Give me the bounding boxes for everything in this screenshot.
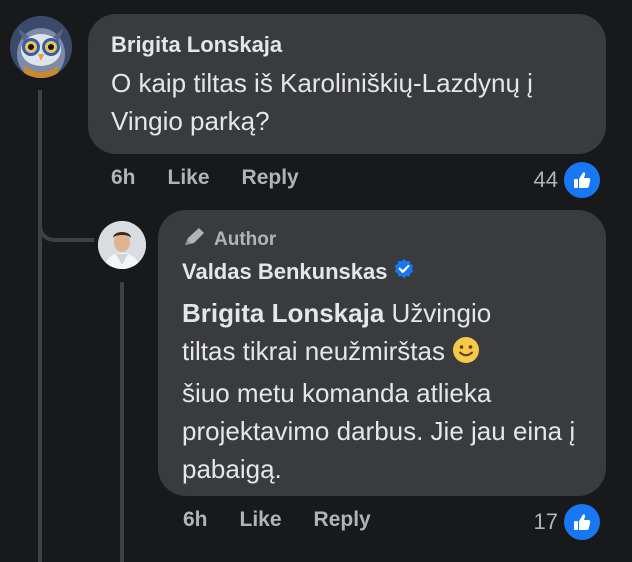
comment-thread: Brigita Lonskaja O kaip tiltas iš Karoli… <box>0 0 632 562</box>
comment-author[interactable]: Brigita Lonskaja <box>111 32 282 58</box>
reply-timestamp[interactable]: 6h <box>183 508 208 532</box>
like-button[interactable]: Like <box>168 166 210 190</box>
reaction-count: 44 <box>533 167 558 192</box>
reply-button[interactable]: Reply <box>242 166 299 190</box>
author-badge-label: Author <box>214 229 277 250</box>
reaction-summary[interactable]: 44 <box>534 160 602 200</box>
reply-text: Brigita Lonskaja Užvingio tiltas tikrai n… <box>182 294 592 488</box>
man-avatar[interactable] <box>98 221 146 269</box>
reply-reaction-summary[interactable]: 17 <box>534 502 602 542</box>
thumbs-up-icon <box>562 160 602 200</box>
reply-text-line2: tiltas tikrai neužmirštas <box>182 336 453 366</box>
reply-reply-button[interactable]: Reply <box>314 508 371 532</box>
reply-reaction-count: 17 <box>533 509 558 534</box>
comment-timestamp[interactable]: 6h <box>111 166 136 190</box>
reply-connector-line <box>38 212 94 242</box>
smiley-emoji-icon <box>452 336 480 374</box>
reply-text-rest: šiuo metu komanda atlieka projektavimo d… <box>182 378 576 484</box>
comment-text: O kaip tiltas iš Karoliniškių-Lazdynų į … <box>111 68 533 136</box>
reply-actions: 6h Like Reply <box>183 508 371 532</box>
reply-like-button[interactable]: Like <box>240 508 282 532</box>
pen-icon <box>182 226 208 254</box>
reply-thread-line <box>120 282 124 562</box>
comment-actions: 6h Like Reply <box>111 166 299 190</box>
verified-check-icon <box>393 258 415 286</box>
owl-avatar[interactable] <box>10 16 72 78</box>
reply-bubble: Author Valdas Benkunskas Brigita Lonskaj… <box>158 210 606 496</box>
thread-line <box>38 90 42 562</box>
mention-link[interactable]: Brigita Lonskaja <box>182 298 384 328</box>
author-badge: Author <box>182 226 276 254</box>
reply-author-row: Valdas Benkunskas <box>182 258 415 286</box>
reply-text-line1: Užvingio <box>384 298 492 328</box>
reply-author[interactable]: Valdas Benkunskas <box>182 259 387 285</box>
comment-bubble: Brigita Lonskaja O kaip tiltas iš Karoli… <box>88 14 606 154</box>
thumbs-up-icon <box>562 502 602 542</box>
